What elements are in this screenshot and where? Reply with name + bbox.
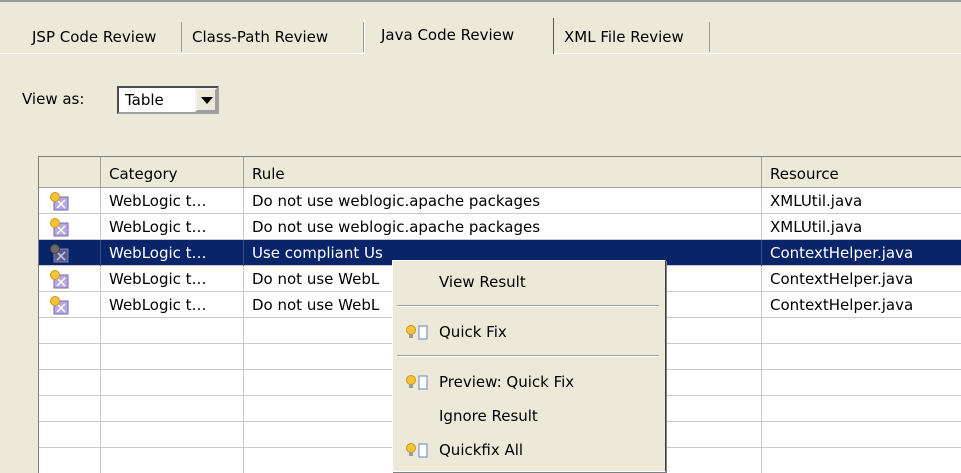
menu-item-label: Quick Fix: [439, 323, 507, 341]
empty-cell: [762, 344, 961, 370]
view-as-label: View as:: [22, 90, 85, 108]
tab-label: JSP Code Review: [32, 28, 157, 46]
cell-icon: [39, 240, 101, 266]
view-as-select[interactable]: Table: [117, 86, 219, 114]
tab-label: Class-Path Review: [192, 28, 329, 46]
empty-cell: [39, 448, 101, 473]
empty-cell: [39, 318, 101, 344]
menu-item-view-result[interactable]: View Result: [393, 267, 663, 297]
menu-item-quickfix-all[interactable]: Quickfix All: [393, 435, 663, 465]
column-header-category[interactable]: Category: [101, 157, 244, 187]
empty-cell: [39, 396, 101, 422]
empty-cell: [39, 370, 101, 396]
table-row[interactable]: WebLogic t… Do not use weblogic.apache pa…: [39, 214, 961, 240]
tab-java-code-review[interactable]: Java Code Review: [364, 18, 554, 54]
empty-cell: [101, 422, 244, 448]
context-menu: View Result Quick Fix Preview: Quick Fix…: [392, 260, 666, 472]
menu-item-label: View Result: [439, 273, 526, 291]
cell-category: WebLogic t…: [101, 214, 244, 240]
cell-resource: XMLUtil.java: [770, 192, 863, 210]
chevron-down-icon[interactable]: [195, 88, 217, 112]
empty-cell: [101, 448, 244, 473]
cell-resource: XMLUtil.java: [770, 218, 863, 236]
cell-resource: ContextHelper.java: [770, 296, 914, 314]
lightbulb-icon: [406, 325, 428, 340]
lightbulb-warning-icon: [50, 192, 69, 211]
cell-category: WebLogic t…: [101, 240, 244, 266]
empty-cell: [762, 448, 961, 473]
cell-icon: [39, 214, 101, 240]
lightbulb-icon: [406, 375, 428, 390]
empty-cell: [101, 396, 244, 422]
view-as-value: Table: [125, 91, 164, 109]
empty-cell: [101, 370, 244, 396]
cell-resource: ContextHelper.java: [770, 244, 914, 262]
tab-label: Java Code Review: [381, 26, 515, 44]
table-header: Category Rule Resource: [39, 157, 961, 188]
column-header-icon[interactable]: [39, 157, 101, 187]
tab-xml-file-review[interactable]: XML File Review: [554, 22, 710, 52]
cell-rule: Do not use weblogic.apache packages: [244, 214, 762, 240]
menu-item-ignore-result[interactable]: Ignore Result: [393, 401, 663, 431]
column-header-rule[interactable]: Rule: [244, 157, 762, 187]
cell-rule: Do not use weblogic.apache packages: [244, 188, 762, 214]
empty-cell: [762, 422, 961, 448]
cell-resource: ContextHelper.java: [770, 270, 914, 288]
tab-bar: JSP Code Review Class-Path Review Java C…: [0, 0, 961, 54]
menu-item-preview-quick-fix[interactable]: Preview: Quick Fix: [393, 367, 663, 397]
menu-item-label: Quickfix All: [439, 441, 524, 459]
empty-cell: [101, 344, 244, 370]
lightbulb-warning-icon: [50, 270, 69, 289]
cell-icon: [39, 188, 101, 214]
empty-cell: [39, 422, 101, 448]
tab-jsp-code-review[interactable]: JSP Code Review: [22, 22, 182, 52]
cell-icon: [39, 266, 101, 292]
cell-category: WebLogic t…: [101, 292, 244, 318]
tab-label: XML File Review: [564, 28, 684, 46]
column-header-resource[interactable]: Resource: [762, 157, 961, 187]
empty-cell: [39, 344, 101, 370]
menu-item-quick-fix[interactable]: Quick Fix: [393, 317, 663, 347]
lightbulb-warning-icon: [50, 218, 69, 237]
lightbulb-warning-icon: [50, 244, 69, 263]
menu-separator: [397, 355, 659, 357]
tab-baseline: [0, 53, 364, 54]
menu-separator: [397, 305, 659, 307]
menu-item-label: Ignore Result: [439, 407, 538, 425]
menu-item-label: Preview: Quick Fix: [439, 373, 575, 391]
lightbulb-warning-icon: [50, 296, 69, 315]
empty-cell: [101, 318, 244, 344]
tab-class-path-review[interactable]: Class-Path Review: [182, 22, 364, 52]
cell-icon: [39, 292, 101, 318]
empty-cell: [762, 396, 961, 422]
empty-cell: [762, 318, 961, 344]
tab-baseline: [554, 53, 961, 54]
cell-category: WebLogic t…: [101, 188, 244, 214]
empty-cell: [762, 370, 961, 396]
cell-category: WebLogic t…: [101, 266, 244, 292]
table-row[interactable]: WebLogic t… Do not use weblogic.apache pa…: [39, 188, 961, 214]
lightbulb-icon: [406, 443, 428, 458]
